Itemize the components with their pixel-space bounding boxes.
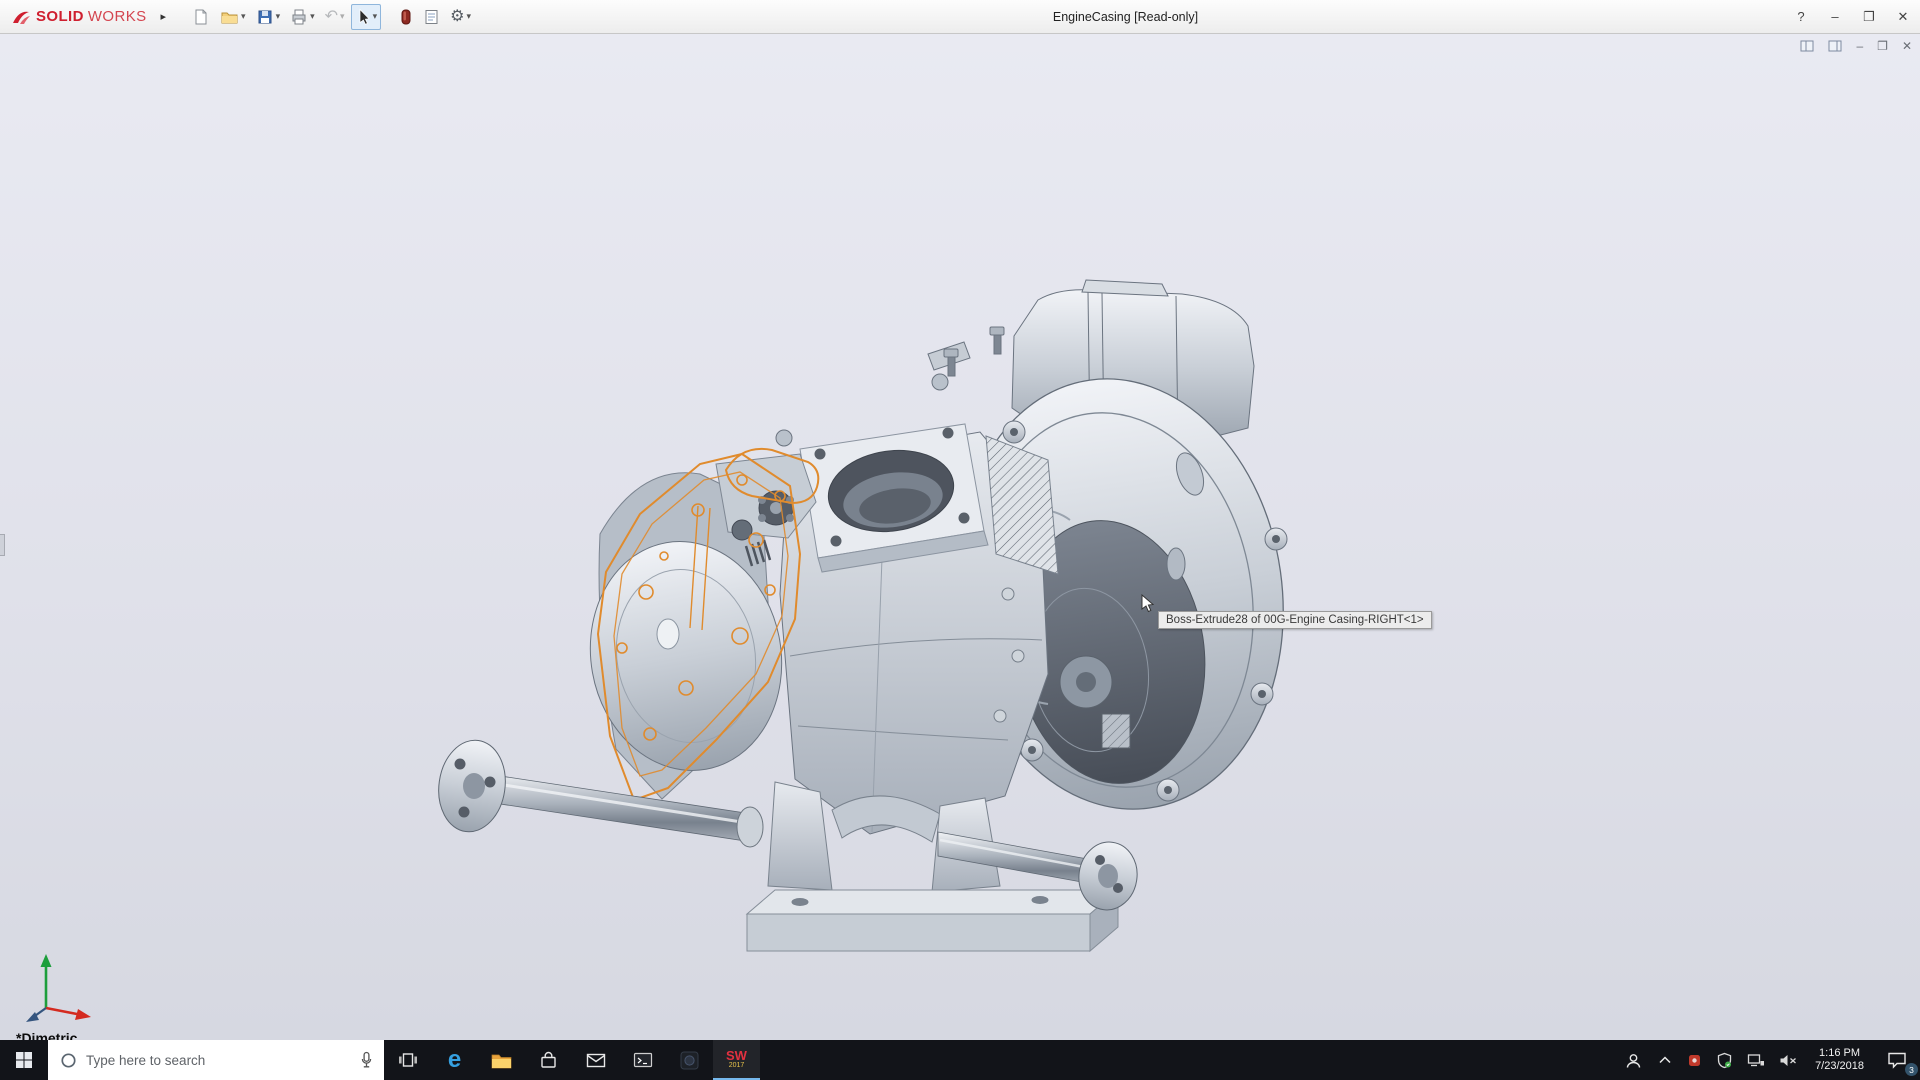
tray-overflow-button[interactable] <box>1650 1040 1680 1080</box>
action-center-button[interactable]: 3 <box>1874 1040 1920 1080</box>
task-view-button[interactable] <box>384 1040 431 1080</box>
microphone-icon[interactable] <box>359 1051 374 1070</box>
network-icon <box>1747 1053 1765 1068</box>
doc-restore-button[interactable]: ❐ <box>1877 39 1888 53</box>
quick-access-toolbar: ▾ ▾ ▾ ↶ ▾ ▾ <box>188 4 475 30</box>
action-center-icon <box>1887 1051 1907 1069</box>
view-orientation-label: *Dimetric <box>16 1030 77 1040</box>
volume-muted-icon <box>1779 1053 1798 1068</box>
open-dropdown-arrow[interactable]: ▾ <box>241 11 246 22</box>
appearance-button[interactable] <box>395 4 417 30</box>
dark-app-button[interactable] <box>666 1040 713 1080</box>
security-shield-button[interactable] <box>1709 1040 1740 1080</box>
brand-works-text: WORKS <box>88 8 147 25</box>
solidworks-version-label: 2017 <box>729 1062 745 1070</box>
close-button[interactable]: ✕ <box>1886 3 1920 31</box>
search-input[interactable] <box>86 1053 350 1068</box>
display-pane-toggle-icon[interactable] <box>1828 40 1842 52</box>
cylinder-bore-flange[interactable] <box>800 424 988 572</box>
tray-app-button[interactable] <box>1680 1040 1709 1080</box>
file-properties-button[interactable] <box>419 4 444 30</box>
start-button[interactable] <box>0 1040 48 1080</box>
select-dropdown-arrow[interactable]: ▾ <box>373 11 378 22</box>
new-document-icon <box>192 8 210 26</box>
engine-casing-model[interactable] <box>0 34 1920 1040</box>
store-button[interactable] <box>525 1040 572 1080</box>
people-button[interactable] <box>1617 1040 1650 1080</box>
selection-tooltip: Boss-Extrude28 of 00G-Engine Casing-RIGH… <box>1158 611 1432 629</box>
task-view-icon <box>398 1051 418 1069</box>
open-button[interactable]: ▾ <box>216 4 250 30</box>
window-title: EngineCasing [Read-only] <box>475 10 1776 24</box>
x-axis-arrow <box>46 1008 91 1020</box>
store-bag-icon <box>539 1051 558 1069</box>
undo-dropdown-arrow[interactable]: ▾ <box>340 11 345 22</box>
chevron-up-icon <box>1657 1053 1673 1067</box>
pane-splitter-handle[interactable] <box>0 534 5 556</box>
save-floppy-icon <box>256 8 274 26</box>
gear-icon: ⚙ <box>450 9 464 25</box>
dark-app-icon <box>680 1051 699 1070</box>
solidworks-taskbar-button[interactable]: SW 2017 <box>713 1040 760 1080</box>
volume-button[interactable] <box>1772 1040 1805 1080</box>
window-controls: ? – ❐ ✕ <box>1784 3 1920 31</box>
network-button[interactable] <box>1740 1040 1772 1080</box>
appearance-icon <box>399 8 413 26</box>
open-folder-icon <box>220 8 239 26</box>
orientation-triad <box>22 946 100 1026</box>
file-explorer-button[interactable] <box>478 1040 525 1080</box>
select-cursor-icon <box>355 8 371 26</box>
windows-logo-icon <box>15 1051 33 1069</box>
new-document-button[interactable] <box>188 4 214 30</box>
print-button[interactable]: ▾ <box>286 4 319 30</box>
top-studs[interactable] <box>776 327 1004 446</box>
y-axis-arrow <box>41 954 52 1008</box>
command-prompt-icon <box>633 1052 653 1068</box>
options-button[interactable]: ⚙ ▾ <box>446 4 475 30</box>
solidworks-logo: SOLIDWORKS <box>10 8 147 26</box>
undo-button[interactable]: ↶ ▾ <box>321 4 349 30</box>
maximize-button[interactable]: ❐ <box>1852 3 1886 31</box>
save-button[interactable]: ▾ <box>252 4 285 30</box>
mouse-cursor-icon <box>1140 594 1158 614</box>
select-tool-button[interactable]: ▾ <box>351 4 382 30</box>
clock-date: 7/23/2018 <box>1815 1060 1864 1073</box>
system-tray: 1:16 PM 7/23/2018 3 <box>1617 1040 1920 1080</box>
ds-swoosh-icon <box>10 8 32 26</box>
taskbar-search[interactable] <box>48 1040 384 1080</box>
titlebar: SOLIDWORKS ▸ ▾ ▾ <box>0 0 1920 34</box>
document-window-controls: – ❐ ✕ <box>1800 39 1912 53</box>
file-properties-icon <box>423 8 440 26</box>
z-axis-arrow <box>26 1008 46 1022</box>
doc-close-button[interactable]: ✕ <box>1902 39 1912 53</box>
cortana-icon <box>60 1052 77 1069</box>
command-prompt-button[interactable] <box>619 1040 666 1080</box>
edge-icon: e <box>448 1048 461 1072</box>
help-button[interactable]: ? <box>1784 3 1818 31</box>
taskbar: e SW 2017 <box>0 1040 1920 1080</box>
edge-browser-button[interactable]: e <box>431 1040 478 1080</box>
save-dropdown-arrow[interactable]: ▾ <box>276 11 281 22</box>
mail-button[interactable] <box>572 1040 619 1080</box>
mail-envelope-icon <box>586 1053 606 1068</box>
feature-pane-toggle-icon[interactable] <box>1800 40 1814 52</box>
undo-icon: ↶ <box>325 9 338 25</box>
folder-icon <box>491 1052 512 1069</box>
people-icon <box>1624 1052 1643 1069</box>
shield-icon <box>1716 1052 1733 1069</box>
minimize-button[interactable]: – <box>1818 3 1852 31</box>
print-icon <box>290 8 308 26</box>
solidworks-app-icon: SW <box>726 1050 747 1062</box>
notification-badge: 3 <box>1905 1063 1918 1076</box>
taskbar-clock[interactable]: 1:16 PM 7/23/2018 <box>1805 1040 1874 1080</box>
doc-minimize-button[interactable]: – <box>1856 39 1863 53</box>
options-dropdown-arrow[interactable]: ▾ <box>466 11 471 22</box>
clock-time: 1:16 PM <box>1819 1047 1860 1060</box>
toolbar-flyout-arrow[interactable]: ▸ <box>161 10 167 23</box>
tray-app-icon <box>1687 1053 1702 1068</box>
print-dropdown-arrow[interactable]: ▾ <box>310 11 315 22</box>
graphics-viewport[interactable]: – ❐ ✕ <box>0 34 1920 1040</box>
brand-solid-text: SOLID <box>36 8 84 25</box>
